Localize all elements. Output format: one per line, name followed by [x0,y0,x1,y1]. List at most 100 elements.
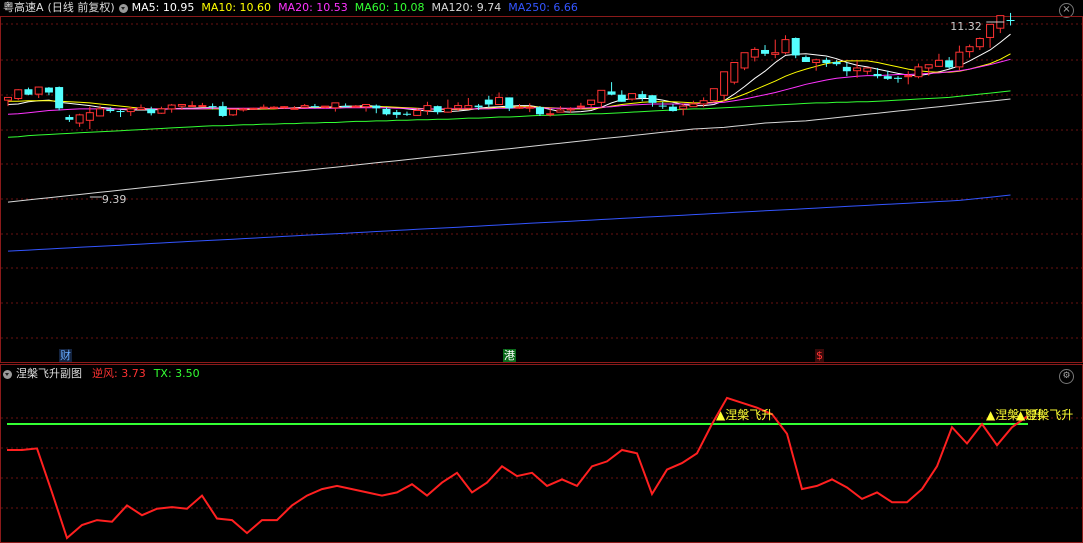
candle-up [924,64,933,69]
candle-down [55,87,64,109]
candle-up [525,106,534,109]
candle-up [321,105,330,108]
candle-up [75,114,84,124]
candle-down [505,97,514,109]
indicator-legend-0: 逆风: 3.73 [92,367,146,380]
candle-down [842,66,851,72]
candle-up [300,105,309,108]
candle-up [34,86,43,95]
candle-up [290,107,299,110]
ma-line-ma120 [7,98,1011,203]
candle-down [147,108,156,114]
candle-up [351,105,360,108]
candle-up [249,107,258,110]
signal-label: ▲涅槃飞升 [716,407,773,422]
candle-up [331,102,340,109]
candle-down [341,106,350,108]
candle-up [730,62,739,83]
candle-up [863,67,872,72]
candle-up [965,46,974,53]
candle-up [198,105,207,108]
candle-up [955,51,964,68]
candle-down [617,94,626,102]
candle-down [218,106,227,116]
candle-down [402,113,411,115]
candle-down [484,99,493,105]
candle-down [208,106,217,108]
candle-down [310,106,319,108]
candle-up [280,106,289,109]
candle-up [740,52,749,69]
candle-down [894,77,903,79]
indicator-legend-1: TX: 3.50 [153,367,200,380]
candle-up [14,89,23,100]
event-flag-finance[interactable]: 财 [59,349,72,362]
candle-down [116,111,125,113]
candle-down [1006,20,1015,21]
candle-up [136,107,145,110]
candle-down [822,59,831,64]
candle-up [986,23,995,38]
candle-up [720,71,729,96]
candle-down [44,87,53,93]
candle-up [259,106,268,109]
candle-up [771,52,780,55]
candle-up [464,105,473,109]
candle-up [126,108,135,113]
candle-up [853,67,862,72]
signal-label: ▲涅槃飞升 [1016,407,1073,422]
candle-up [679,105,688,110]
candle-up [750,48,759,58]
indicator-title[interactable]: 涅槃飞升副图 [16,367,82,381]
candle-down [433,106,442,113]
candle-down [791,37,800,56]
settings-icon[interactable]: ⚙ [1059,369,1074,384]
main-chart[interactable]: 11.329.39▲涅槃飞升 ▲涅槃飞升▲涅槃飞升 [0,0,1083,543]
candle-up [709,88,718,102]
event-flag-hk[interactable]: 港 [503,349,516,362]
candle-up [229,108,238,116]
candle-down [883,76,892,79]
candle-down [801,57,810,62]
candle-up [423,105,432,111]
candle-up [515,106,524,109]
candle-down [382,108,391,115]
candle-up [443,107,452,113]
candle-up [188,105,197,108]
candle-up [495,96,504,105]
chevron-down-icon[interactable] [3,369,12,379]
candle-down [607,91,616,95]
candle-up [454,105,463,109]
candle-down [873,73,882,77]
candle-up [934,59,943,67]
candle-down [106,109,115,112]
candle-up [781,39,790,54]
candle-up [167,104,176,110]
candle-down [638,94,647,98]
nifeng-line [7,396,1028,540]
event-flag-dividend[interactable]: $ [815,349,824,362]
candle-up [812,59,821,64]
candle-down [24,89,33,95]
candle-up [597,89,606,103]
candle-up [904,75,913,78]
candle-up [269,106,278,109]
candle-down [668,106,677,112]
candle-up [85,112,94,121]
candle-up [4,96,12,101]
low-price-label: 9.39 [102,193,127,206]
candle-up [699,100,708,105]
candle-up [362,104,371,108]
candle-up [566,108,575,111]
candle-up [177,104,186,107]
candle-down [474,105,483,108]
high-price-label: 11.32 [950,20,982,33]
candle-up [239,108,248,111]
candle-down [832,61,841,65]
candle-down [392,112,401,115]
sub-chart-header: 涅槃飞升副图 逆风: 3.73 TX: 3.50 [3,366,200,382]
candle-up [914,66,923,78]
candle-up [628,93,637,100]
candle-up [96,108,105,117]
candle-down [65,117,74,120]
